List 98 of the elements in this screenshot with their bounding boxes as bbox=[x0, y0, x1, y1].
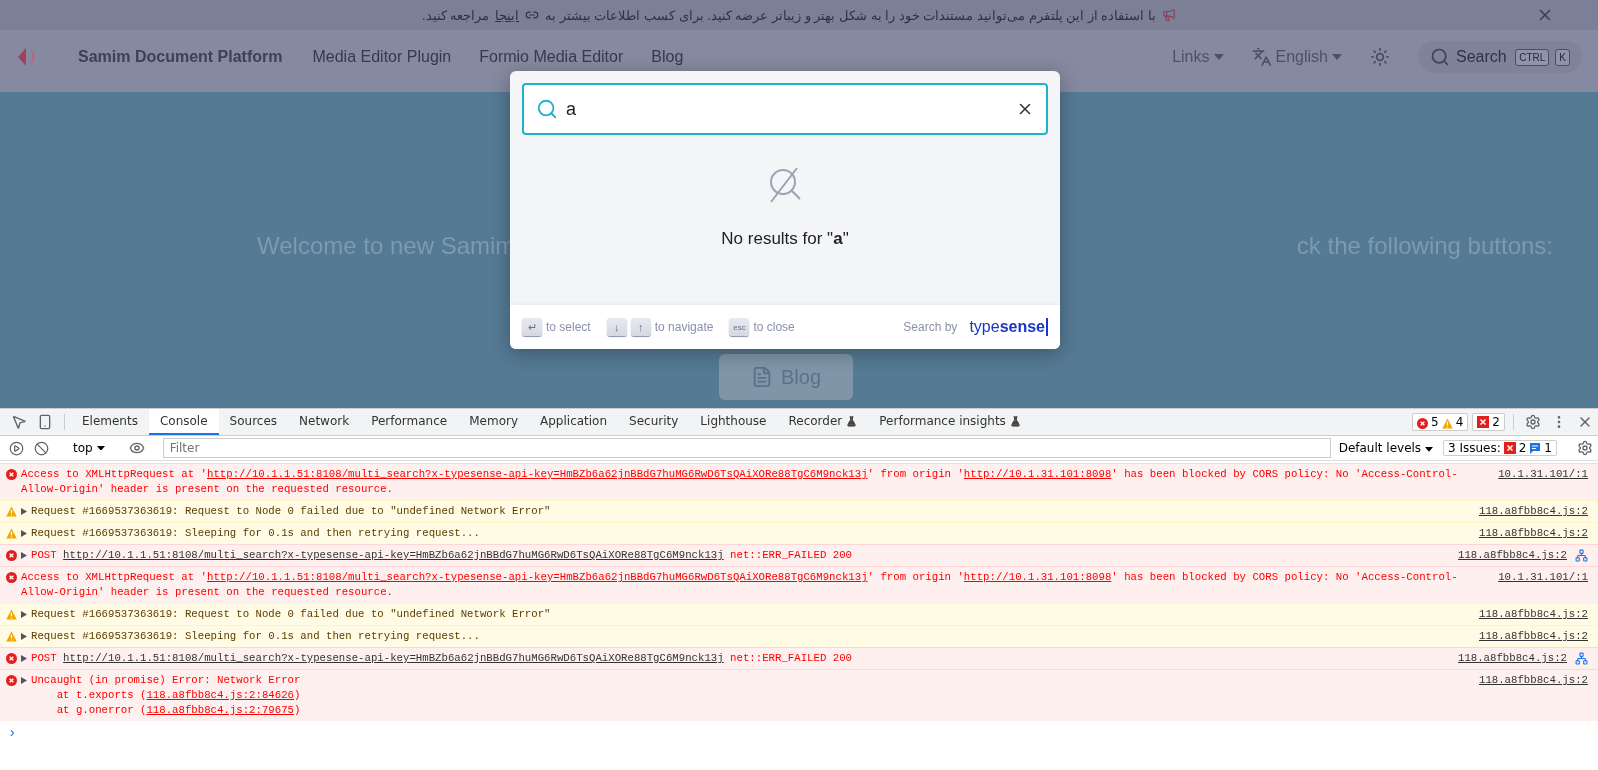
console-message: Request #1669537363619: Sleeping for 0.1s and then retrying request... bbox=[31, 526, 481, 541]
devtools-tab[interactable]: Recorder bbox=[777, 409, 869, 435]
caret-icon bbox=[96, 445, 105, 451]
warning-icon bbox=[1441, 417, 1453, 429]
issues-count[interactable]: 2 bbox=[1472, 413, 1505, 431]
hint-text: to select bbox=[546, 320, 591, 334]
devtools-tab[interactable]: Console bbox=[148, 409, 219, 435]
error-icon bbox=[6, 653, 17, 664]
caret-icon bbox=[1424, 447, 1433, 452]
console-message: POST http://10.1.1.51:8108/multi_search?x-typesense-api-key=HmBZb6a62jnBBdG7huMG6RwD6TsQAiXORe88TgC6M9nck13j net::ERR_FAILED 200 bbox=[31, 651, 853, 666]
warning-icon bbox=[6, 631, 17, 642]
devtools-tab[interactable]: Performance insights bbox=[868, 409, 1032, 435]
key-hint: esc bbox=[729, 318, 750, 336]
search-icon bbox=[536, 98, 558, 120]
source-link[interactable]: 10.1.31.101/:1 bbox=[1498, 467, 1588, 482]
console-message: Request #1669537363619: Request to Node 0 failed due to "undefined Network Error" bbox=[31, 504, 552, 519]
search-field[interactable]: a bbox=[522, 83, 1048, 135]
console-link[interactable]: http://10.1.1.51:8108/multi_search?x-typesense-api-key=HmBZb6a62jnBBdG7huMG6RwD6TsQAiXORe88TgC6M9nck13j bbox=[63, 652, 724, 664]
console-link[interactable]: 118.a8fbb8c4.js:2:84626 bbox=[146, 689, 294, 701]
typesense-logo: typesense bbox=[969, 318, 1048, 336]
network-icon[interactable] bbox=[1575, 549, 1588, 562]
link-icon bbox=[525, 8, 540, 22]
source-link[interactable]: 118.a8fbb8c4.js:2 bbox=[1478, 504, 1588, 519]
console-message: at t.exports (118.a8fbb8c4.js:2:84626) bbox=[55, 688, 302, 703]
error-icon bbox=[6, 469, 17, 480]
console-message: Request #1669537363619: Sleeping for 0.1s and then retrying request... bbox=[31, 629, 481, 644]
source-link[interactable]: 118.a8fbb8c4.js:2 bbox=[1457, 651, 1567, 666]
key-hint: ↵ bbox=[522, 318, 542, 336]
expand-icon[interactable] bbox=[21, 530, 27, 537]
error-icon bbox=[6, 675, 17, 686]
source-link[interactable]: 118.a8fbb8c4.js:2 bbox=[1478, 607, 1588, 622]
console-link[interactable]: 118.a8fbb8c4.js:2:79675 bbox=[146, 704, 294, 716]
console-message: Access to XMLHttpRequest at 'http://10.1.1.51:8108/multi_search?x-typesense-api-key=HmBZb6a62jnBBdG7huMG6RwD6TsQAiXORe88TgC6M9nck13j' from origin 'http://10.1.31.101:8098' has been blocked by CORS policy: No 'Access-Control-Allow-Origin' header is present on the requested resource. bbox=[21, 570, 1459, 600]
caret-icon bbox=[1332, 54, 1342, 60]
network-icon[interactable] bbox=[1575, 652, 1588, 665]
expand-icon[interactable] bbox=[21, 677, 27, 684]
console-link[interactable]: http://10.1.1.51:8108/multi_search?x-typesense-api-key=HmBZb6a62jnBBdG7huMG6RwD6TsQAiXORe88TgC6M9nck13j bbox=[207, 571, 868, 583]
expand-icon[interactable] bbox=[21, 611, 27, 618]
console-link[interactable]: http://10.1.31.101:8098 bbox=[963, 571, 1112, 583]
powered-by-text: Search by bbox=[903, 320, 958, 334]
devtools-tab[interactable]: Memory bbox=[458, 409, 529, 435]
devtools-tab[interactable]: Lighthouse bbox=[689, 409, 778, 435]
warning-icon bbox=[6, 506, 17, 517]
source-link[interactable]: 118.a8fbb8c4.js:2 bbox=[1478, 629, 1588, 644]
expand-icon[interactable] bbox=[21, 655, 27, 662]
caret-icon bbox=[1213, 54, 1224, 60]
devtools-tab[interactable]: Application bbox=[529, 409, 619, 435]
console-message: Access to XMLHttpRequest at 'http://10.1.1.51:8108/multi_search?x-typesense-api-key=HmBZb6a62jnBBdG7huMG6RwD6TsQAiXORe88TgC6M9nck13j' from origin 'http://10.1.31.101:8098' has been blocked by CORS policy: No 'Access-Control-Allow-Origin' header is present on the requested resource. bbox=[21, 467, 1459, 497]
console-link[interactable]: http://10.1.1.51:8108/multi_search?x-typesense-api-key=HmBZb6a62jnBBdG7huMG6RwD6TsQAiXORe88TgC6M9nck13j bbox=[207, 468, 868, 480]
error-icon bbox=[6, 550, 17, 561]
info-icon bbox=[1529, 442, 1542, 454]
search-placeholder: Search bbox=[1456, 48, 1508, 66]
devtools-tab[interactable]: Elements bbox=[71, 409, 149, 435]
megaphone-icon bbox=[1162, 8, 1177, 22]
console-link[interactable]: http://10.1.31.101:8098 bbox=[963, 468, 1112, 480]
search-button[interactable]: Search CTRL K bbox=[1418, 41, 1582, 73]
console-message: Request #1669537363619: Request to Node 0 failed due to "undefined Network Error" bbox=[31, 607, 552, 622]
expand-icon[interactable] bbox=[21, 508, 27, 515]
issue-icon bbox=[1503, 442, 1516, 454]
devtools-tab[interactable]: Security bbox=[618, 409, 690, 435]
console-counts[interactable]: 5 4 bbox=[1412, 413, 1469, 431]
console-prompt[interactable]: › bbox=[0, 721, 1598, 745]
devtools-tab[interactable]: Sources bbox=[218, 409, 289, 435]
warning-icon bbox=[6, 609, 17, 620]
source-link[interactable]: 118.a8fbb8c4.js:2 bbox=[1478, 673, 1588, 688]
expand-icon[interactable] bbox=[21, 552, 27, 559]
translate-icon bbox=[1251, 47, 1272, 67]
levels-dropdown[interactable]: Default levels bbox=[1330, 441, 1441, 455]
console-message: Uncaught (in promise) Error: Network Error bbox=[31, 673, 302, 688]
issue-icon bbox=[1477, 416, 1490, 428]
key-hint: ↑ bbox=[630, 318, 651, 336]
error-icon bbox=[6, 572, 17, 583]
devtools-tab[interactable]: Performance bbox=[360, 409, 459, 435]
key-hint: CTRL bbox=[1515, 48, 1550, 66]
no-results-text: No results for "a" bbox=[721, 229, 849, 249]
warning-icon bbox=[6, 528, 17, 539]
console-message: at g.onerror (118.a8fbb8c4.js:2:79675) bbox=[55, 703, 302, 718]
expand-icon[interactable] bbox=[21, 633, 27, 640]
issues-button[interactable]: 3 Issues: 2 1 bbox=[1442, 440, 1557, 456]
source-link[interactable]: 118.a8fbb8c4.js:2 bbox=[1457, 548, 1567, 563]
key-hint: K bbox=[1555, 48, 1570, 66]
theme-toggle-icon[interactable] bbox=[1370, 47, 1390, 67]
source-link[interactable]: 118.a8fbb8c4.js:2 bbox=[1478, 526, 1588, 541]
document-icon bbox=[751, 366, 773, 388]
filter-field[interactable]: Filter bbox=[162, 438, 1331, 458]
source-link[interactable]: 10.1.31.101/:1 bbox=[1498, 570, 1588, 585]
hint-text: to close bbox=[753, 320, 795, 334]
search-icon bbox=[1430, 47, 1450, 67]
devtools-tab[interactable]: Network bbox=[288, 409, 361, 435]
key-hint: ↓ bbox=[606, 318, 627, 336]
search-query: a bbox=[566, 98, 576, 119]
error-icon bbox=[1417, 417, 1429, 429]
hint-text: to navigate bbox=[654, 320, 714, 334]
console-link[interactable]: http://10.1.1.51:8108/multi_search?x-typesense-api-key=HmBZb6a62jnBBdG7huMG6RwD6TsQAiXORe88TgC6M9nck13j bbox=[63, 549, 724, 561]
context-selector[interactable]: top bbox=[67, 440, 111, 456]
banner-text: مراجعه کنید. bbox=[421, 7, 490, 23]
banner-text: با استفاده از این پلتفرم می‌توانید مستندات خود را به شکل بهتر و زیباتر عرضه کنید. برای کسب اطلاعات بیشتر به bbox=[545, 7, 1157, 23]
console-message: POST http://10.1.1.51:8108/multi_search?x-typesense-api-key=HmBZb6a62jnBBdG7huMG6RwD6TsQAiXORe88TgC6M9nck13j net::ERR_FAILED 200 bbox=[31, 548, 853, 563]
